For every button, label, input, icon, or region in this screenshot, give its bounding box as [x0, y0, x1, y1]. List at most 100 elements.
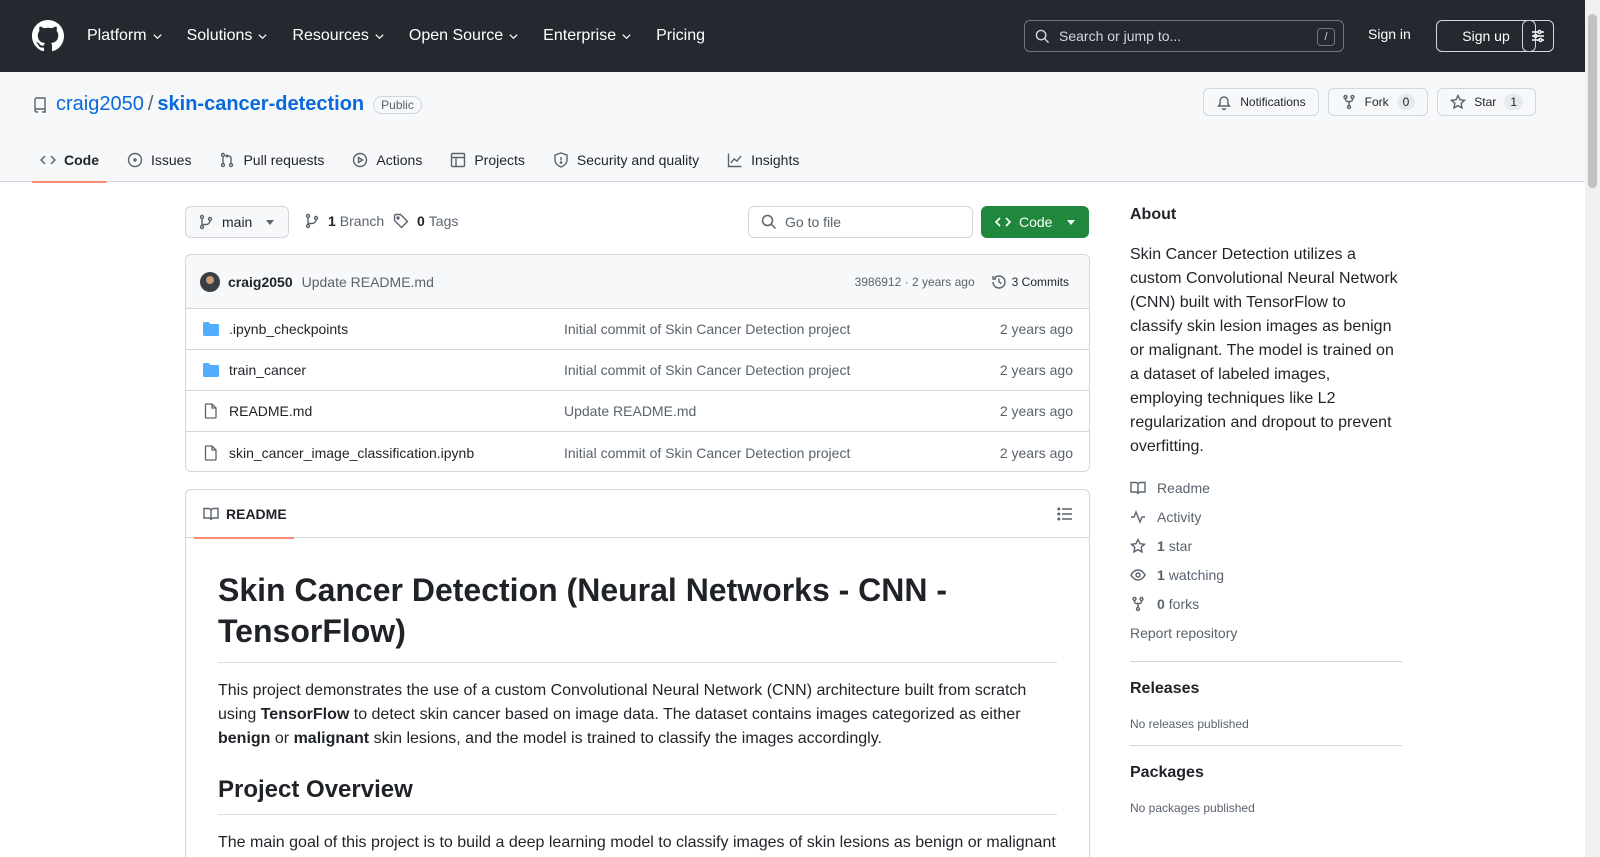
issue-icon: [127, 152, 143, 168]
book-icon: [203, 507, 219, 521]
tags-link[interactable]: 0 Tags: [393, 213, 458, 229]
commit-author[interactable]: craig2050: [228, 274, 293, 290]
nav-resources[interactable]: Resources: [292, 27, 384, 45]
about-heading: About: [1130, 206, 1177, 223]
avatar[interactable]: [200, 271, 220, 292]
releases-heading[interactable]: Releases: [1130, 680, 1402, 698]
main-nav: Platform Solutions Resources Open Source…: [87, 27, 729, 45]
readme-link[interactable]: Readme: [1130, 473, 1402, 502]
scrollbar-thumb[interactable]: [1588, 14, 1597, 188]
commits-link[interactable]: 3 Commits: [991, 274, 1069, 290]
file-name[interactable]: skin_cancer_image_classification.ipynb: [229, 445, 474, 461]
tab-pull-requests[interactable]: Pull requests: [211, 138, 332, 182]
forks-link[interactable]: 0 forks: [1130, 589, 1402, 618]
play-icon: [353, 152, 368, 168]
branch-icon: [305, 213, 319, 229]
nav-label: Platform: [87, 27, 147, 44]
releases-empty-text: No releases published: [1130, 717, 1249, 731]
table-row[interactable]: skin_cancer_image_classification.ipynb I…: [186, 432, 1089, 471]
readme-panel: README Skin Cancer Detection (Neural Net…: [185, 489, 1090, 857]
search-shortcut-key: /: [1317, 28, 1335, 46]
book-icon: [1130, 481, 1146, 494]
tab-issues[interactable]: Issues: [119, 138, 199, 182]
chevron-down-icon: [509, 33, 518, 39]
file-commit-message[interactable]: Update README.md: [564, 403, 696, 419]
file-commit-message[interactable]: Initial commit of Skin Cancer Detection …: [564, 321, 850, 337]
sign-in-link[interactable]: Sign in: [1368, 26, 1411, 42]
table-row[interactable]: train_cancer Initial commit of Skin Canc…: [186, 350, 1089, 391]
settings-menu-button[interactable]: [1522, 20, 1554, 52]
fork-label: Fork: [1364, 95, 1389, 109]
tab-projects[interactable]: Projects: [442, 138, 533, 182]
file-commit-message[interactable]: Initial commit of Skin Cancer Detection …: [564, 362, 850, 378]
file-name[interactable]: .ipynb_checkpoints: [229, 321, 348, 337]
code-dropdown-button[interactable]: Code: [981, 206, 1089, 238]
search-icon: [1035, 29, 1050, 43]
readme-link-label: Readme: [1157, 479, 1210, 496]
file-commit-message[interactable]: Initial commit of Skin Cancer Detection …: [564, 445, 850, 461]
table-row[interactable]: README.md Update README.md 2 years ago: [186, 391, 1089, 432]
tab-actions[interactable]: Actions: [344, 138, 430, 182]
list-icon[interactable]: [1057, 506, 1073, 522]
caret-down-icon: [1067, 220, 1075, 225]
divider: [1130, 661, 1402, 662]
activity-label: Activity: [1157, 508, 1202, 525]
readme-tab[interactable]: README: [194, 490, 294, 539]
code-icon: [40, 155, 56, 165]
nav-solutions[interactable]: Solutions: [187, 27, 269, 45]
watchers-link[interactable]: 1 watching: [1130, 560, 1402, 589]
nav-enterprise[interactable]: Enterprise: [543, 27, 632, 45]
activity-link[interactable]: Activity: [1130, 502, 1402, 531]
file-age: 2 years ago: [999, 403, 1073, 419]
global-search-input[interactable]: Search or jump to... /: [1024, 20, 1344, 52]
branches-link[interactable]: 1 Branch: [304, 213, 384, 229]
readme-paragraph: The main goal of this project is to buil…: [218, 834, 1056, 851]
branches-label: Branch: [339, 213, 385, 229]
fork-button[interactable]: Fork 0: [1327, 88, 1429, 116]
tab-label: Security and quality: [576, 152, 700, 168]
tags-label: Tags: [428, 213, 459, 229]
forks-label: forks: [1168, 595, 1200, 612]
tab-label: Projects: [474, 152, 525, 168]
commit-hash-age[interactable]: 3986912 · 2 years ago: [855, 275, 975, 289]
tab-insights[interactable]: Insights: [719, 138, 807, 182]
branch-name: main: [222, 214, 253, 230]
nav-open-source[interactable]: Open Source: [409, 27, 519, 45]
repo-tabs: Code Issues Pull requests Actions Projec…: [32, 138, 819, 183]
history-icon: [991, 275, 1006, 289]
branch-bar: main 1 Branch 0 Tags Go to file Code: [185, 206, 1090, 238]
file-name[interactable]: train_cancer: [229, 362, 306, 378]
nav-platform[interactable]: Platform: [87, 27, 163, 45]
text: skin lesions, and the model is trained t…: [369, 730, 882, 747]
notifications-button[interactable]: Notifications: [1203, 88, 1319, 116]
star-button[interactable]: Star 1: [1437, 88, 1536, 116]
report-repository-link[interactable]: Report repository: [1130, 618, 1402, 647]
commit-message[interactable]: Update README.md: [302, 274, 434, 290]
github-logo-icon[interactable]: [32, 20, 64, 52]
nav-label: Open Source: [408, 27, 504, 44]
star-icon: [1130, 537, 1146, 553]
readme-section-heading: Project Overview: [218, 775, 1057, 815]
bold-text: malignant: [293, 730, 370, 747]
tab-code[interactable]: Code: [32, 138, 107, 183]
go-to-file-input[interactable]: Go to file: [748, 206, 973, 238]
folder-icon: [203, 363, 219, 377]
star-count: 1: [1504, 94, 1523, 110]
sign-up-button[interactable]: Sign up: [1436, 20, 1536, 52]
page-scrollbar[interactable]: [1585, 0, 1600, 857]
file-age: 2 years ago: [999, 321, 1073, 337]
branch-selector[interactable]: main: [185, 206, 289, 238]
table-row[interactable]: .ipynb_checkpoints Initial commit of Ski…: [186, 309, 1089, 350]
fork-icon: [1132, 596, 1144, 611]
repo-name-link[interactable]: skin-cancer-detection: [157, 93, 364, 116]
readme-header: README: [186, 490, 1089, 539]
tab-security[interactable]: Security and quality: [545, 138, 707, 182]
chevron-down-icon: [622, 33, 631, 39]
packages-heading[interactable]: Packages: [1130, 764, 1402, 782]
repo-owner-link[interactable]: craig2050: [56, 93, 144, 116]
file-name[interactable]: README.md: [229, 403, 312, 419]
tab-label: Actions: [376, 152, 423, 168]
stars-link[interactable]: 1 star: [1130, 531, 1402, 560]
nav-pricing[interactable]: Pricing: [656, 27, 705, 45]
chevron-down-icon: [152, 33, 162, 39]
